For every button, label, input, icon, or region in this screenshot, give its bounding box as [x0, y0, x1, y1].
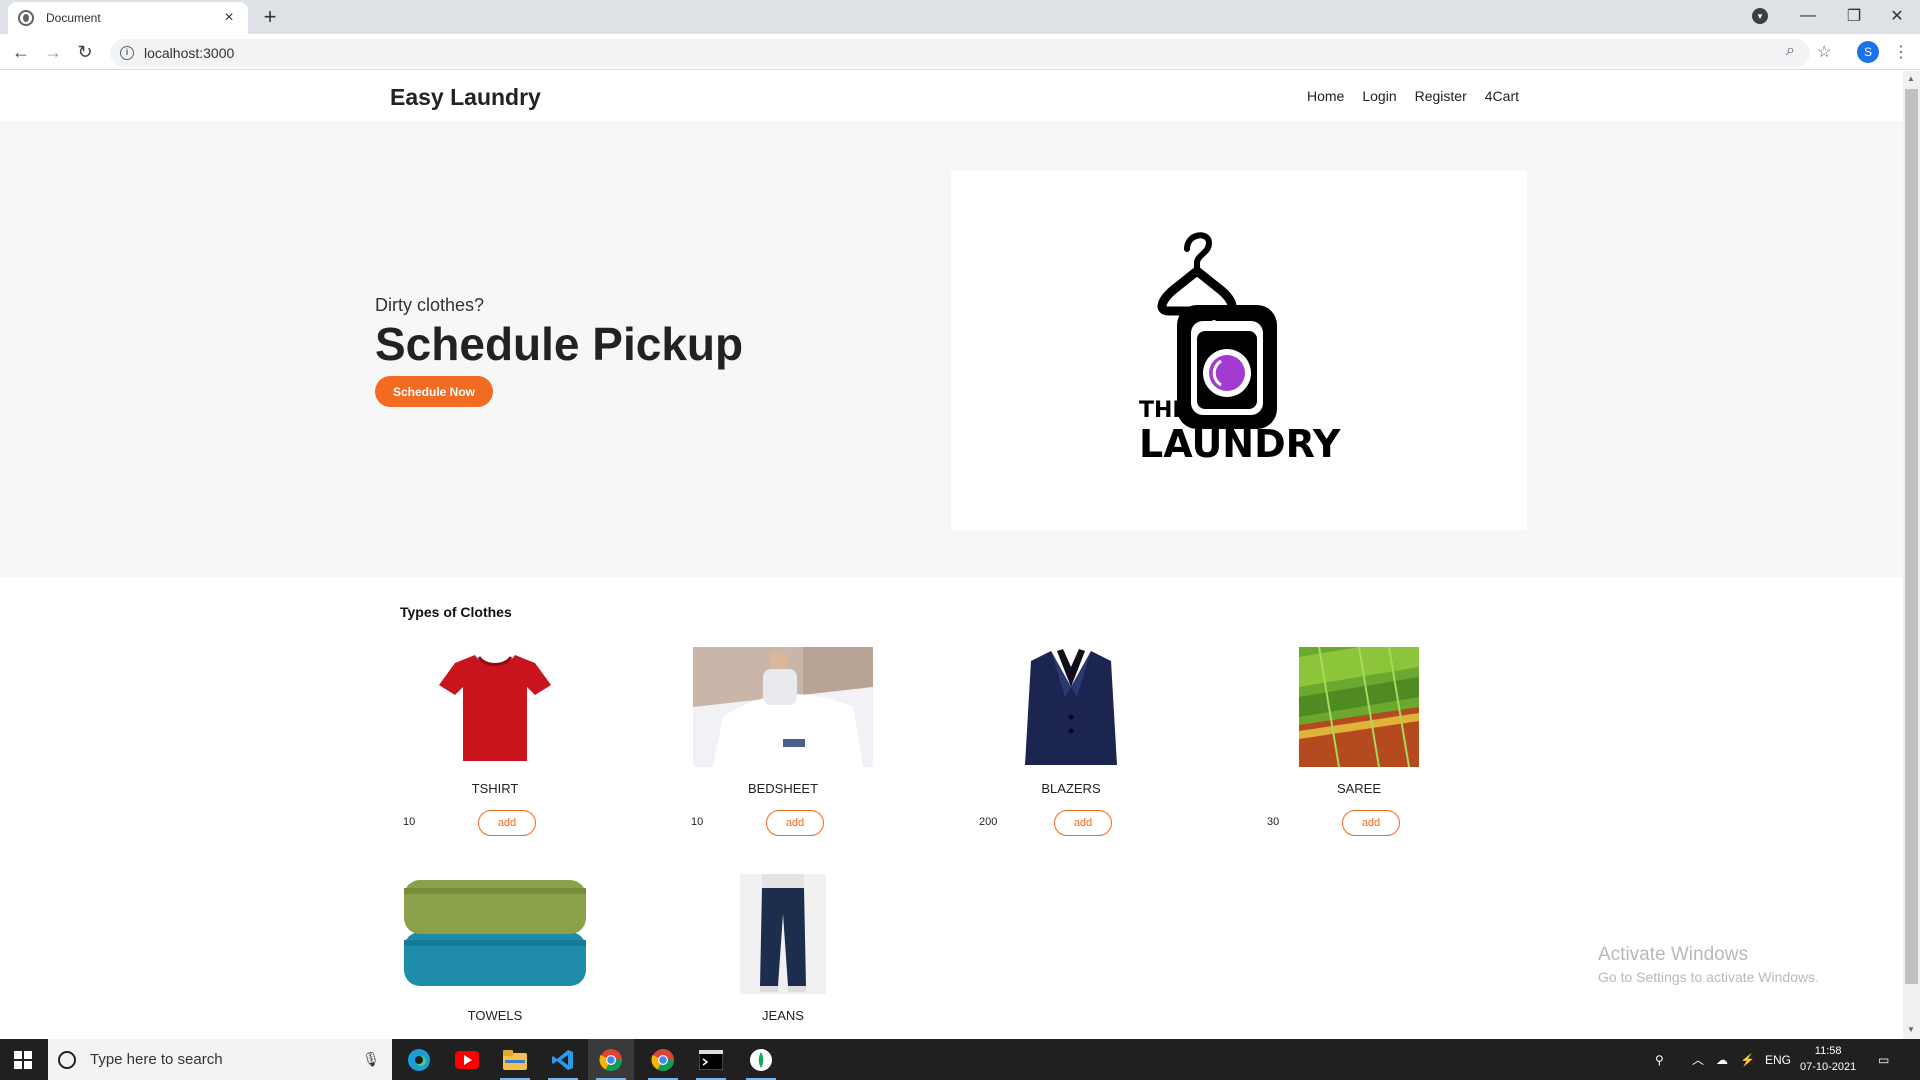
reload-icon[interactable]: ↻	[73, 40, 97, 64]
globe-icon	[18, 10, 34, 26]
laundry-logo-card: THE LAUNDRY	[951, 171, 1527, 530]
browser-tab[interactable]: Document ×	[8, 2, 248, 34]
nav-link-cart[interactable]: 4Cart	[1485, 88, 1519, 104]
browser-tabstrip: Document × + ▾ — ❐ ✕	[0, 0, 1920, 34]
microphone-icon[interactable]: 🎙	[362, 1051, 380, 1068]
clothes-card-bedsheet: BEDSHEET 10 add	[683, 647, 883, 836]
zoom-icon[interactable]: ⌕	[1786, 42, 1795, 60]
clock-time: 11:58	[1814, 1045, 1842, 1057]
address-bar[interactable]: i localhost:3000	[110, 39, 1810, 67]
item-price: 10	[691, 816, 704, 828]
item-name: SAREE	[1336, 781, 1382, 796]
minimize-icon[interactable]: —	[1785, 0, 1831, 32]
saree-image	[1299, 647, 1419, 767]
people-icon[interactable]: ⚲	[1655, 1039, 1675, 1080]
add-button[interactable]: add	[1342, 810, 1400, 836]
new-tab-button[interactable]: +	[258, 4, 282, 30]
tab-close-icon[interactable]: ×	[220, 9, 238, 27]
bedsheet-image	[693, 647, 873, 767]
nav-link-register[interactable]: Register	[1415, 88, 1467, 104]
tab-search-icon[interactable]: ▾	[1752, 8, 1768, 24]
restore-icon[interactable]: ❐	[1831, 0, 1877, 32]
taskbar-clock[interactable]: 11:58 07-10-2021	[1800, 1043, 1856, 1075]
clock-date: 07-10-2021	[1800, 1061, 1857, 1073]
nav-link-login[interactable]: Login	[1362, 88, 1396, 104]
profile-avatar[interactable]: S	[1857, 41, 1879, 63]
item-name: BLAZERS	[1041, 781, 1101, 796]
laundry-logo-icon: THE LAUNDRY	[1139, 232, 1341, 466]
nav-link-home[interactable]: Home	[1307, 88, 1344, 104]
cortana-icon	[58, 1050, 76, 1069]
forward-icon[interactable]: →	[41, 40, 65, 64]
item-name: JEANS	[762, 1008, 804, 1023]
youtube-icon[interactable]	[444, 1039, 490, 1080]
close-icon[interactable]: ✕	[1874, 0, 1920, 32]
clothes-card-saree: SAREE 30 add	[1259, 647, 1459, 836]
taskbar-search-placeholder[interactable]: Type here to search	[90, 1051, 362, 1068]
url-text[interactable]: localhost:3000	[144, 45, 234, 61]
vscode-icon[interactable]	[540, 1039, 586, 1080]
site-navbar: Easy Laundry Home Login Register 4Cart	[0, 71, 1903, 121]
scroll-up-icon[interactable]: ▲	[1907, 74, 1915, 83]
language-indicator[interactable]: ENG	[1765, 1039, 1791, 1080]
tray-chevron-up-icon[interactable]: ︿	[1692, 1039, 1708, 1080]
item-name: BEDSHEET	[747, 781, 819, 796]
mongodb-compass-icon[interactable]	[738, 1039, 784, 1080]
site-info-icon[interactable]: i	[120, 46, 134, 60]
towels-image	[404, 880, 586, 986]
watermark-title: Activate Windows	[1598, 944, 1748, 965]
hero-section: Dirty clothes? Schedule Pickup Schedule …	[0, 121, 1903, 577]
taskbar-search-box[interactable]: Type here to search 🎙	[48, 1039, 392, 1080]
network-icon[interactable]: ⚡	[1740, 1039, 1756, 1080]
chrome-icon[interactable]	[640, 1039, 686, 1080]
terminal-icon[interactable]	[688, 1039, 734, 1080]
jeans-image	[740, 874, 826, 994]
back-icon[interactable]: ←	[9, 40, 33, 64]
notification-center-icon[interactable]: ▭	[1878, 1039, 1898, 1080]
file-explorer-icon[interactable]	[492, 1039, 538, 1080]
logo-text-laundry: LAUNDRY	[1139, 422, 1341, 466]
clothes-card-towels: TOWELS	[395, 874, 595, 1023]
add-button[interactable]: add	[1054, 810, 1112, 836]
add-button[interactable]: add	[478, 810, 536, 836]
hero-subtitle: Dirty clothes?	[375, 295, 485, 315]
item-name: TOWELS	[467, 1008, 523, 1023]
menu-kebab-icon[interactable]: ⋮	[1893, 42, 1909, 62]
section-title-clothes: Types of Clothes	[400, 604, 512, 620]
add-button[interactable]: add	[766, 810, 824, 836]
item-price: 200	[979, 816, 998, 828]
item-price: 30	[1267, 816, 1280, 828]
chrome-icon[interactable]	[588, 1039, 634, 1080]
scroll-down-icon[interactable]: ▼	[1907, 1025, 1915, 1034]
windows-taskbar: Type here to search 🎙 ⚲ ︿ ☁ ⚡ ENG 11:58 …	[0, 1039, 1920, 1080]
blazer-image	[1025, 649, 1117, 765]
page-viewport: Easy Laundry Home Login Register 4Cart D…	[0, 71, 1903, 1039]
item-price: 10	[403, 816, 416, 828]
tshirt-image	[439, 655, 551, 761]
page-scrollbar[interactable]: ▲ ▼	[1903, 71, 1920, 1039]
clothes-card-jeans: JEANS	[683, 874, 883, 1023]
schedule-now-button[interactable]: Schedule Now	[375, 376, 493, 407]
tab-title: Document	[46, 11, 101, 25]
item-name: TSHIRT	[471, 781, 519, 796]
activate-windows-watermark: Activate Windows Go to Settings to activ…	[1598, 944, 1819, 985]
watermark-subtitle: Go to Settings to activate Windows.	[1598, 969, 1819, 985]
clothes-card-blazers: BLAZERS 200 add	[971, 647, 1171, 836]
onedrive-icon[interactable]: ☁	[1716, 1039, 1734, 1080]
logo-text-the: THE	[1139, 398, 1187, 423]
hero-title: Schedule Pickup	[375, 318, 744, 370]
site-nav-links: Home Login Register 4Cart	[1307, 88, 1519, 104]
clothes-card-tshirt: TSHIRT 10 add	[395, 647, 595, 836]
browser-toolbar: ← → ↻ i localhost:3000	[0, 34, 1920, 70]
bookmark-star-icon[interactable]: ☆	[1817, 42, 1831, 62]
windows-start-icon[interactable]	[14, 1051, 32, 1069]
brand-logo-text[interactable]: Easy Laundry	[390, 84, 541, 111]
scrollbar-thumb[interactable]	[1905, 89, 1918, 984]
edge-icon[interactable]	[396, 1039, 442, 1080]
